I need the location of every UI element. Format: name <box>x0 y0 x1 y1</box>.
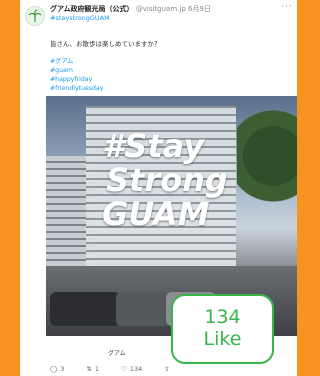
palm-logo-icon <box>28 9 42 22</box>
photo-caption: グアム <box>108 350 126 357</box>
like-button[interactable]: ♡ 134 <box>121 364 142 374</box>
like-badge-label: Like <box>203 328 242 350</box>
heart-icon: ♡ <box>121 365 127 373</box>
car-shape <box>116 292 171 326</box>
share-icon: ⇪ <box>164 365 170 373</box>
overlay-line: GUAM <box>102 195 210 233</box>
share-button[interactable]: ⇪ <box>164 364 169 374</box>
overlay-line: #Stay <box>102 127 205 165</box>
author-name[interactable]: グアム政府観光局（公式） <box>50 5 134 13</box>
overlay-line: Strong <box>106 161 228 199</box>
retweet-count: 1 <box>94 365 100 373</box>
retweet-icon: ⇅ <box>86 365 92 373</box>
hashtag-list: #グアム #guam #happyfriday #friendlytuesday <box>50 57 103 93</box>
hashtag-link[interactable]: #happyfriday <box>50 75 103 84</box>
reply-icon: ◯ <box>50 365 58 373</box>
tweet-date[interactable]: 6月9日 <box>188 5 211 13</box>
reply-count: 3 <box>60 365 65 373</box>
avatar[interactable] <box>25 6 45 26</box>
reply-button[interactable]: ◯ 3 <box>50 364 64 374</box>
like-count-badge: 134 Like <box>171 294 274 364</box>
like-count: 134 <box>129 365 143 373</box>
tweet-actions: ◯ 3 ⇅ 1 ♡ 134 ⇪ <box>50 364 290 374</box>
author-handle[interactable]: @visitguam.jp <box>136 5 186 13</box>
tweet-header: グアム政府観光局（公式） @visitguam.jp 6月9日 <box>50 4 293 14</box>
retweet-button[interactable]: ⇅ 1 <box>86 364 99 374</box>
sub-hashtag[interactable]: #staystrongGUAM <box>50 14 110 22</box>
car-shape <box>50 292 120 326</box>
photo-overlay-text: #Stay Strong GUAM <box>102 130 228 230</box>
like-badge-count: 134 <box>204 306 241 329</box>
hashtag-link[interactable]: #グアム <box>50 57 103 66</box>
hashtag-link[interactable]: #guam <box>50 66 103 75</box>
hashtag-link[interactable]: #friendlytuesday <box>50 84 103 93</box>
more-options-icon[interactable]: ··· <box>281 2 293 12</box>
tree-shape <box>237 96 297 246</box>
tweet-body: 皆さん、お散歩は楽しめていますか？ <box>50 40 161 48</box>
